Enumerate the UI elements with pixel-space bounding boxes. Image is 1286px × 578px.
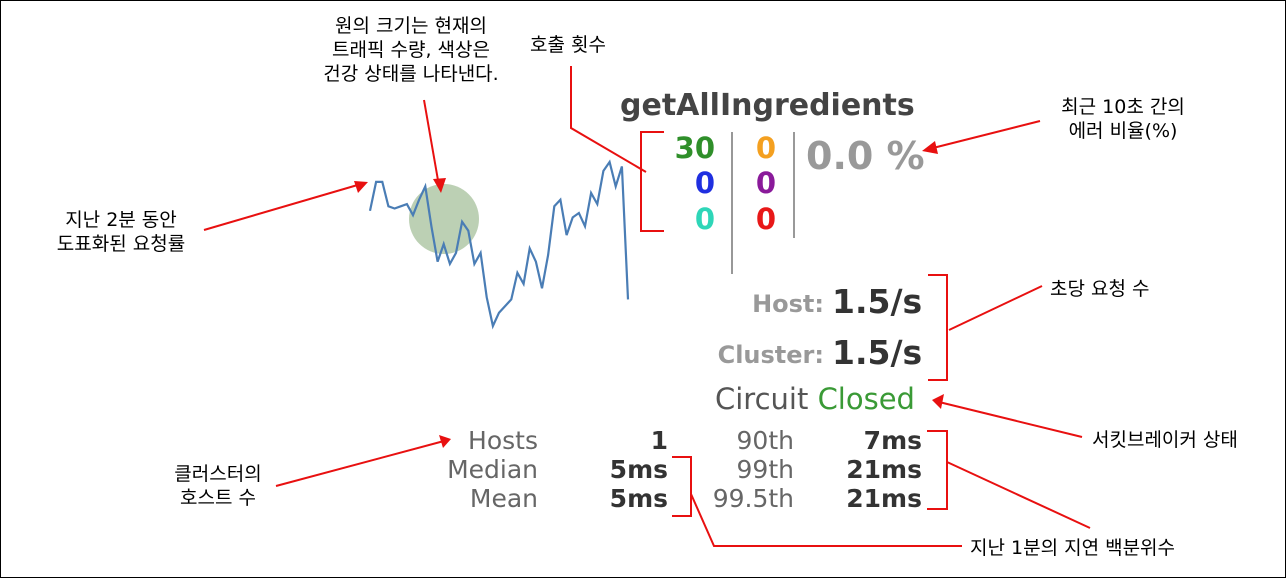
stat-median-label: Median [447,455,538,484]
error-rate-note-line-2: 에러 비율(%) [1068,120,1178,142]
stats-right-values: 7ms 21ms 21ms [810,426,922,513]
count-failure: 0 [755,202,776,236]
count-timeout: 0 [755,131,776,165]
circuit-status-line: Circuit Closed [715,382,915,416]
command-title: getAllIngredients [620,88,915,123]
count-success: 30 [674,131,715,165]
stat-mean-value: 5ms [609,484,668,513]
latency-note: 지난 1분의 지연 백분위수 [970,537,1176,559]
stats-right-labels: 90th 99th 99.5th [690,426,794,513]
graph-note: 지난 2분 동안 도표화된 요청률 [36,208,206,256]
cluster-hosts-note: 클러스터의 호스트 수 [158,462,278,510]
stat-p90-value: 7ms [863,426,922,455]
circle-note-line-3: 건강 상태를 나타낸다. [323,63,499,85]
circuit-label: Circuit [715,382,809,416]
circuit-status: Closed [817,382,915,416]
graph-note-line-1: 지난 2분 동안 [65,209,177,231]
circle-note: 원의 크기는 현재의 트래픽 수량, 색상은 건강 상태를 나타낸다. [306,14,516,86]
cluster-hosts-note-line-2: 호스트 수 [180,487,256,509]
count-rejected: 0 [755,166,776,200]
stat-p99-value: 21ms [846,455,922,484]
rps-note: 초당 요청 수 [1050,278,1150,300]
count-bad-request: 0 [694,202,715,236]
stat-hosts-value: 1 [650,426,668,455]
stat-p995-value: 21ms [846,484,922,513]
stat-p90-label: 90th [736,426,794,455]
stats-left-values: 1 5ms 5ms [570,426,668,513]
error-rate-note-line-1: 최근 10초 간의 [1061,96,1185,118]
host-label: Host: [752,290,824,318]
stat-p99-label: 99th [736,455,794,484]
host-rate: 1.5/s [832,282,923,321]
calls-note: 호출 횟수 [530,34,606,56]
circle-note-line-2: 트래픽 수량, 색상은 [332,39,490,61]
cluster-label: Cluster: [717,341,824,369]
circuit-state-note: 서킷브레이커 상태 [1092,429,1238,451]
graph-note-line-2: 도표화된 요청률 [56,233,186,255]
cluster-rate: 1.5/s [832,333,923,372]
cluster-hosts-note-line-1: 클러스터의 [174,463,262,485]
stat-hosts-label: Hosts [468,426,538,455]
stat-median-value: 5ms [609,455,668,484]
stat-p995-label: 99.5th [712,484,794,513]
circle-note-line-1: 원의 크기는 현재의 [335,15,487,37]
stats-left-labels: Hosts Median Mean [340,426,538,513]
error-percentage: 0.0 % [806,134,925,178]
request-rate-sparkline [368,159,630,330]
count-short-circuited: 0 [694,166,715,200]
error-rate-note: 최근 10초 간의 에러 비율(%) [1038,95,1208,143]
stat-mean-label: Mean [469,484,538,513]
